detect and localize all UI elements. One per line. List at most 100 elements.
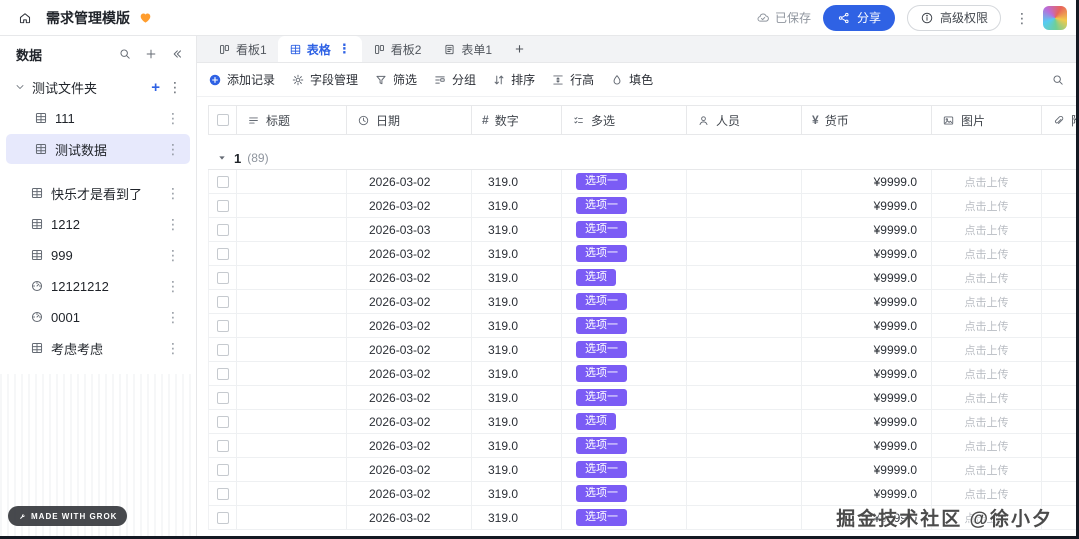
sidebar-item-快乐才是看到了[interactable]: 快乐才是看到了 ⋮ (6, 178, 190, 208)
table-row[interactable]: 2026-03-02 319.0 选项一 ¥9999.0 点击上传 点击上传 (208, 194, 1079, 218)
tab-看板2[interactable]: 看板2 (362, 36, 433, 62)
sidebar-item-1212[interactable]: 1212 ⋮ (6, 209, 190, 239)
cell-image[interactable]: 点击上传 (932, 218, 1042, 241)
toolbar-row-height-button[interactable]: 行高 (551, 71, 594, 88)
cell-multiselect[interactable]: 选项一 (562, 338, 687, 361)
cell-number[interactable]: 319.0 (472, 506, 562, 529)
cell-currency[interactable]: ¥9999.0 (802, 386, 932, 409)
cell-multiselect[interactable]: 选项一 (562, 386, 687, 409)
toolbar-search-icon[interactable] (1051, 73, 1065, 87)
row-checkbox[interactable] (209, 218, 237, 241)
row-checkbox[interactable] (209, 194, 237, 217)
item-kebab-icon[interactable]: ⋮ (164, 217, 182, 231)
row-checkbox[interactable] (209, 242, 237, 265)
sidebar-item-0001[interactable]: 0001 ⋮ (6, 302, 190, 332)
cell-image[interactable]: 点击上传 (932, 458, 1042, 481)
row-checkbox[interactable] (209, 290, 237, 313)
row-checkbox[interactable] (209, 386, 237, 409)
cell-title[interactable] (237, 338, 347, 361)
cell-title[interactable] (237, 314, 347, 337)
column-header-数字[interactable]: # 数字 (472, 106, 562, 134)
cell-title[interactable] (237, 290, 347, 313)
sidebar-folder[interactable]: 测试文件夹 + ⋮ (0, 72, 196, 102)
cell-number[interactable]: 319.0 (472, 482, 562, 505)
cell-multiselect[interactable]: 选项一 (562, 314, 687, 337)
toolbar-group-button[interactable]: 分组 (433, 71, 476, 88)
cell-number[interactable]: 319.0 (472, 170, 562, 193)
cell-title[interactable] (237, 170, 347, 193)
item-kebab-icon[interactable]: ⋮ (164, 186, 182, 200)
cell-attachment[interactable]: 点击上传 (1042, 410, 1079, 433)
cell-person[interactable] (687, 194, 802, 217)
item-kebab-icon[interactable]: ⋮ (164, 111, 182, 125)
table-row[interactable]: 2026-03-03 319.0 选项一 ¥9999.0 点击上传 点击上传 (208, 218, 1079, 242)
cell-title[interactable] (237, 242, 347, 265)
cell-image[interactable]: 点击上传 (932, 242, 1042, 265)
toolbar-fill-color-button[interactable]: 填色 (610, 71, 653, 88)
cell-image[interactable]: 点击上传 (932, 386, 1042, 409)
cell-multiselect[interactable]: 选项 (562, 410, 687, 433)
table-row[interactable]: 2026-03-02 319.0 选项一 ¥9999.0 点击上传 点击上传 (208, 434, 1079, 458)
cell-title[interactable] (237, 458, 347, 481)
cell-currency[interactable]: ¥9999.0 (802, 266, 932, 289)
group-header[interactable]: 1 (89) (208, 147, 1079, 169)
cell-image[interactable]: 点击上传 (932, 338, 1042, 361)
cell-currency[interactable]: ¥9999.0 (802, 482, 932, 505)
cell-multiselect[interactable]: 选项一 (562, 482, 687, 505)
cell-title[interactable] (237, 386, 347, 409)
column-header-多选[interactable]: 多选 (562, 106, 687, 134)
cell-title[interactable] (237, 410, 347, 433)
avatar[interactable] (1043, 5, 1067, 30)
cell-image[interactable]: 点击上传 (932, 410, 1042, 433)
cell-number[interactable]: 319.0 (472, 362, 562, 385)
table-row[interactable]: 2026-03-02 319.0 选项一 ¥9999.0 点击上传 点击上传 (208, 362, 1079, 386)
cell-date[interactable]: 2026-03-02 (347, 290, 472, 313)
cell-date[interactable]: 2026-03-02 (347, 362, 472, 385)
column-header-标题[interactable]: 标题 (237, 106, 347, 134)
tab-表单1[interactable]: 表单1 (432, 36, 503, 62)
cell-number[interactable]: 319.0 (472, 314, 562, 337)
cell-person[interactable] (687, 170, 802, 193)
cell-image[interactable]: 点击上传 (932, 170, 1042, 193)
cell-title[interactable] (237, 434, 347, 457)
cell-title[interactable] (237, 506, 347, 529)
cell-attachment[interactable]: 点击上传 (1042, 266, 1079, 289)
row-checkbox[interactable] (209, 482, 237, 505)
cell-person[interactable] (687, 242, 802, 265)
cell-date[interactable]: 2026-03-02 (347, 338, 472, 361)
column-header-日期[interactable]: 日期 (347, 106, 472, 134)
cell-date[interactable]: 2026-03-02 (347, 386, 472, 409)
row-checkbox[interactable] (209, 458, 237, 481)
table-row[interactable]: 2026-03-02 319.0 选项一 ¥9999.0 点击上传 点击上传 (208, 338, 1079, 362)
table-row[interactable]: 2026-03-02 319.0 选项一 ¥9999.0 点击上传 点击上传 (208, 314, 1079, 338)
cell-date[interactable]: 2026-03-02 (347, 506, 472, 529)
cell-attachment[interactable]: 点击上传 (1042, 482, 1079, 505)
cell-currency[interactable]: ¥9999.0 (802, 194, 932, 217)
cell-image[interactable]: 点击上传 (932, 362, 1042, 385)
cell-number[interactable]: 319.0 (472, 266, 562, 289)
cell-title[interactable] (237, 194, 347, 217)
sidebar-search-icon[interactable] (118, 47, 132, 61)
sidebar-item-999[interactable]: 999 ⋮ (6, 240, 190, 270)
cell-image[interactable]: 点击上传 (932, 290, 1042, 313)
cell-attachment[interactable]: 点击上传 (1042, 170, 1079, 193)
cell-multiselect[interactable]: 选项一 (562, 290, 687, 313)
folder-kebab-icon[interactable]: ⋮ (166, 80, 184, 94)
sidebar-item-测试数据[interactable]: 测试数据 ⋮ (6, 134, 190, 164)
cell-multiselect[interactable]: 选项一 (562, 170, 687, 193)
toolbar-add-record-button[interactable]: 添加记录 (208, 71, 275, 88)
table-row[interactable]: 2026-03-02 319.0 选项一 ¥9999.0 点击上传 点击上传 (208, 170, 1079, 194)
column-header-附件[interactable]: 附件 (1042, 106, 1079, 134)
cell-person[interactable] (687, 506, 802, 529)
cell-image[interactable]: 点击上传 (932, 314, 1042, 337)
cell-image[interactable]: 点击上传 (932, 266, 1042, 289)
cell-attachment[interactable]: 点击上传 (1042, 386, 1079, 409)
cell-person[interactable] (687, 290, 802, 313)
row-checkbox[interactable] (209, 506, 237, 529)
cell-person[interactable] (687, 314, 802, 337)
cell-person[interactable] (687, 434, 802, 457)
cell-currency[interactable]: ¥9999.0 (802, 362, 932, 385)
cell-person[interactable] (687, 410, 802, 433)
table-row[interactable]: 2026-03-02 319.0 选项一 ¥9999.0 点击上传 点击上传 (208, 386, 1079, 410)
advanced-permissions-button[interactable]: 高级权限 (906, 4, 1001, 31)
